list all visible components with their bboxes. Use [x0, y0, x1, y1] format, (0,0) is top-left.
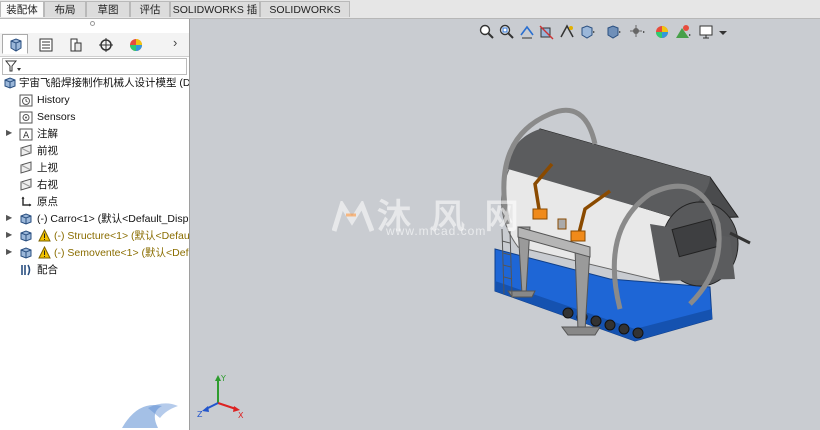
- subassembly-icon: [20, 247, 32, 259]
- origin-icon: [21, 196, 32, 207]
- tree-item-label: (-) Semovente<1> (默认<Defa: [54, 247, 189, 259]
- panel-grip-handle[interactable]: [90, 21, 95, 26]
- subassembly-icon: [20, 230, 32, 242]
- sensors-icon: [19, 111, 33, 124]
- history-folder-icon: [19, 94, 33, 107]
- expand-arrow-icon[interactable]: ▶: [6, 247, 12, 256]
- subassembly-icon: [20, 213, 32, 225]
- triad-y-label: Y: [220, 374, 226, 383]
- tab-assembly[interactable]: 装配体: [0, 1, 44, 17]
- tree-item-annotations[interactable]: ▶ A 注解: [0, 126, 189, 142]
- dimxpert-icon: [99, 38, 113, 52]
- tab-solidworks-addins[interactable]: SOLIDWORKS 插件: [170, 1, 260, 32]
- warning-icon: [38, 229, 51, 242]
- property-manager-icon: [39, 38, 53, 52]
- tree-filter[interactable]: [2, 58, 187, 75]
- triad-z-label: Z: [197, 410, 203, 419]
- tree-item-label: 右视: [37, 179, 58, 191]
- graphics-viewport[interactable]: 沐 风 网 www.mfcad.com Y X Z: [190, 19, 820, 430]
- filter-icon: [5, 60, 21, 72]
- watermark-url: www.mfcad.com: [386, 224, 487, 238]
- tree-item-label: 原点: [37, 196, 58, 208]
- expand-arrow-icon[interactable]: ▶: [6, 213, 12, 222]
- expand-arrow-icon[interactable]: ▶: [6, 230, 12, 239]
- tree-root-label: 宇宙飞船焊接制作机械人设计模型 (Defa: [19, 77, 189, 89]
- annotations-icon: A: [19, 128, 33, 141]
- configuration-manager-icon: [70, 38, 82, 52]
- assembly-icon: [4, 77, 16, 89]
- svg-text:A: A: [23, 131, 30, 141]
- plane-icon: [20, 161, 32, 174]
- tab-evaluate[interactable]: 评估: [130, 1, 170, 17]
- tree-item-label: 前视: [37, 145, 58, 157]
- tree-item-label: (-) Carro<1> (默认<Default_Disple: [37, 213, 189, 225]
- panel-tabs: ›: [0, 33, 189, 57]
- command-manager-tabs: 装配体 布局 草图 评估 SOLIDWORKS 插件 SOLIDWORKS MB…: [0, 0, 820, 32]
- tab-feature-manager[interactable]: [2, 34, 28, 54]
- tree-item-right-plane[interactable]: 右视: [0, 177, 189, 193]
- tab-sketch[interactable]: 草图: [86, 1, 130, 17]
- feature-manager-panel: › 宇宙飞船焊接制作机械人设计模型 (Defa History Sensors …: [0, 19, 190, 430]
- tree-item-top-plane[interactable]: 上视: [0, 160, 189, 176]
- expand-arrow-icon[interactable]: ▶: [6, 128, 12, 137]
- chevron-right-icon[interactable]: ›: [173, 35, 177, 50]
- triad-x-label: X: [238, 411, 244, 419]
- plane-icon: [20, 144, 32, 157]
- tree-item-origin[interactable]: 原点: [0, 194, 189, 210]
- tree-item-label: (-) Structure<1> (默认<Defaul: [54, 230, 189, 242]
- tree-item-structure[interactable]: ▶ (-) Structure<1> (默认<Defaul: [0, 228, 189, 244]
- tree-root[interactable]: 宇宙飞船焊接制作机械人设计模型 (Defa: [0, 75, 189, 91]
- tree-item-label: 配合: [37, 264, 58, 276]
- watermark-logo-icon: [332, 201, 374, 232]
- feature-manager-icon: [10, 38, 22, 52]
- warning-icon: [38, 246, 51, 259]
- tree-item-label: History: [37, 94, 70, 106]
- tree-item-label: 上视: [37, 162, 58, 174]
- tree-item-semovente[interactable]: ▶ (-) Semovente<1> (默认<Defa: [0, 245, 189, 261]
- tree-item-sensors[interactable]: Sensors: [0, 109, 189, 125]
- watermark-bird-icon: [122, 403, 178, 428]
- tree-item-history[interactable]: History: [0, 92, 189, 108]
- tree-item-label: 注解: [37, 128, 58, 140]
- tab-property-manager[interactable]: [32, 34, 58, 54]
- tree-item-label: Sensors: [37, 111, 76, 123]
- tab-dimxpert-manager[interactable]: [92, 34, 118, 54]
- tree-item-front-plane[interactable]: 前视: [0, 143, 189, 159]
- tab-layout[interactable]: 布局: [44, 1, 86, 17]
- tree-item-mates[interactable]: 配合: [0, 262, 189, 278]
- tab-solidworks-mbd[interactable]: SOLIDWORKS MBD: [260, 1, 350, 32]
- tab-display-manager[interactable]: [122, 34, 148, 54]
- reference-triad: Y X Z: [197, 374, 244, 419]
- mates-icon: [21, 264, 31, 276]
- plane-icon: [20, 178, 32, 191]
- tab-configuration-manager[interactable]: [62, 34, 88, 54]
- display-manager-icon: [130, 39, 142, 51]
- tree-item-carro[interactable]: ▶ (-) Carro<1> (默认<Default_Disple: [0, 211, 189, 227]
